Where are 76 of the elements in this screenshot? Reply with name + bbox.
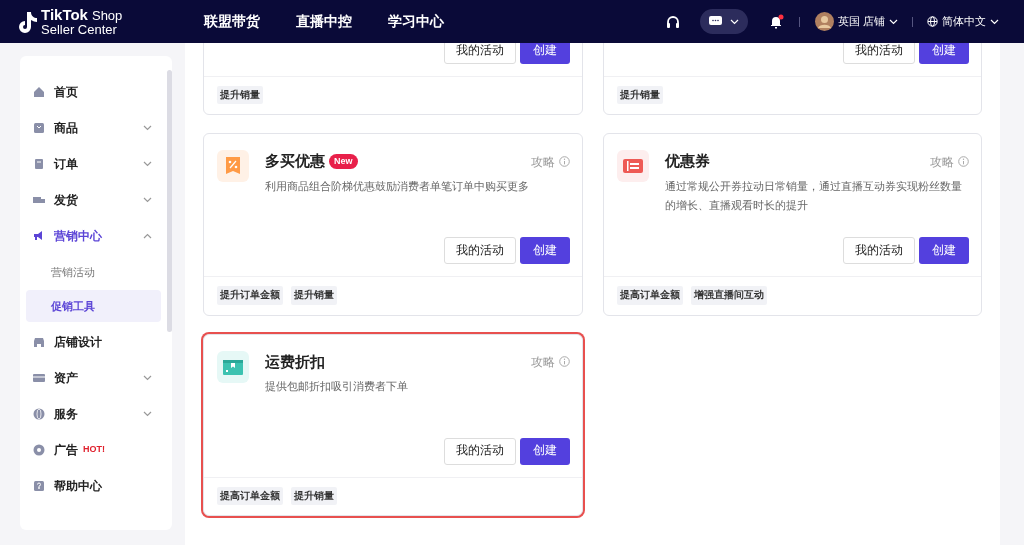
- account-menu[interactable]: 英国 店铺: [814, 12, 898, 31]
- sidebar-subitem[interactable]: 营销活动: [26, 256, 161, 288]
- sidebar-item[interactable]: 商品: [20, 110, 164, 146]
- card-title: 优惠券: [664, 151, 710, 172]
- sidebar-subitem[interactable]: 促销工具: [26, 290, 161, 322]
- my-activities-button[interactable]: 我的活动: [843, 43, 915, 64]
- headset-icon[interactable]: [665, 14, 680, 29]
- card-description: 利用商品组合阶梯优惠鼓励消费者单笔订单中购买更多: [265, 178, 530, 194]
- nav-link[interactable]: 联盟带货: [204, 11, 260, 32]
- music-note-icon: [17, 9, 37, 34]
- card-description: 通过常规公开券拉动日常销量，通过直播互动券实现粉丝数量的增长、直播观看时长的提升: [664, 178, 963, 213]
- sidebar-item[interactable]: 店铺设计: [20, 324, 164, 360]
- chevron-icon: [143, 375, 152, 381]
- sidebar-item[interactable]: 订单: [20, 146, 164, 182]
- create-button[interactable]: 创建: [519, 237, 570, 265]
- sidebar-item[interactable]: 发货: [20, 182, 164, 218]
- info-icon[interactable]: [558, 356, 570, 368]
- card-title: 多买优惠: [265, 151, 325, 172]
- create-button[interactable]: 创建: [919, 237, 969, 265]
- logo-product: Shop: [91, 8, 123, 23]
- chevron-icon: [143, 161, 152, 167]
- chevron-icon: [143, 411, 152, 417]
- logo-brand: TikTok: [41, 6, 88, 22]
- sidebar-item[interactable]: 营销中心: [20, 218, 164, 254]
- nav-link[interactable]: 直播中控: [296, 11, 352, 32]
- my-activities-button[interactable]: 我的活动: [843, 237, 915, 265]
- chevron-icon: [143, 233, 152, 239]
- chevron-icon: [889, 18, 898, 25]
- info-icon[interactable]: [558, 156, 570, 167]
- circle-icon: [33, 444, 45, 456]
- box-icon: [33, 122, 45, 134]
- home-icon: [33, 86, 45, 98]
- sidebar-item[interactable]: 帮助中心: [20, 468, 164, 504]
- truck-icon: [33, 194, 45, 206]
- scrollbar[interactable]: [167, 70, 172, 332]
- sidebar-item[interactable]: 首页: [20, 74, 164, 110]
- chevron-icon: [143, 125, 152, 131]
- storefront-icon: [33, 336, 45, 348]
- megaphone-icon: [33, 230, 45, 242]
- globe-icon: [927, 16, 938, 27]
- create-button[interactable]: 创建: [919, 43, 969, 64]
- tag: 提高订单金额: [217, 486, 283, 505]
- tag: 提升销量: [291, 486, 337, 505]
- card-description: 提供包邮折扣吸引消费者下单: [265, 379, 409, 394]
- my-activities-button[interactable]: 我的活动: [443, 437, 516, 465]
- card-icon: [33, 372, 45, 384]
- tag: 提高订单金额: [616, 286, 683, 305]
- document-icon: [33, 158, 45, 170]
- card-title: 运费折扣: [265, 351, 325, 372]
- tag: 提升订单金额: [217, 286, 283, 305]
- nav-link[interactable]: 学习中心: [388, 11, 444, 32]
- chevron-icon: [143, 197, 152, 203]
- new-badge: New: [329, 153, 358, 170]
- chevron-icon: [990, 18, 999, 25]
- tag: 提升销量: [616, 86, 663, 105]
- sidebar-item[interactable]: 服务: [20, 396, 164, 432]
- sidebar-item[interactable]: 广告 HOT!: [20, 432, 164, 468]
- message-icon: [708, 16, 722, 27]
- chat-button[interactable]: [699, 9, 748, 34]
- hot-label: HOT!: [83, 443, 105, 457]
- my-activities-button[interactable]: 我的活动: [443, 43, 516, 64]
- create-button[interactable]: 创建: [519, 43, 570, 64]
- info-icon[interactable]: [958, 156, 969, 167]
- logo-subtitle: Seller Center: [41, 22, 117, 37]
- language-menu[interactable]: 简体中文: [927, 13, 999, 30]
- create-button[interactable]: 创建: [519, 437, 570, 465]
- chevron-icon: [729, 18, 739, 25]
- tag: 提升销量: [217, 86, 263, 105]
- bell-icon[interactable]: [769, 14, 784, 29]
- globe-icon: [33, 408, 45, 420]
- help-icon: [33, 480, 45, 492]
- tag: 提升销量: [291, 286, 337, 305]
- tag: 增强直播间互动: [690, 286, 767, 305]
- avatar: [814, 12, 834, 31]
- sidebar-item[interactable]: 资产: [20, 360, 164, 396]
- my-activities-button[interactable]: 我的活动: [443, 237, 516, 265]
